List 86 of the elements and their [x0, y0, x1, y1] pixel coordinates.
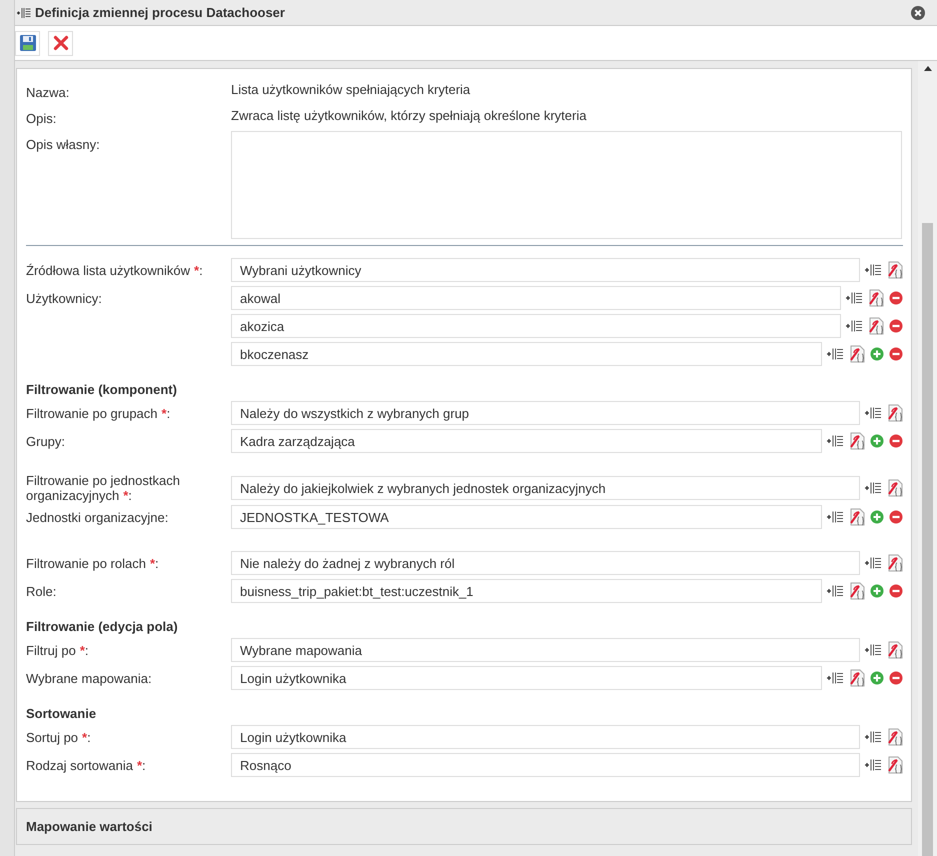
remove-icon[interactable]: [889, 434, 903, 448]
field-label: Filtrowanie po jednostkach organizacyjnych *:: [26, 473, 181, 503]
assign-list-icon[interactable]: [827, 347, 843, 361]
input-field[interactable]: JEDNOSTKA_TESTOWA: [231, 505, 822, 529]
field-label: Opis własny:: [26, 136, 101, 152]
assign-list-icon[interactable]: [827, 434, 843, 448]
scrollbar-thumb[interactable]: [922, 223, 933, 856]
field-label: Sortuj po *:: [26, 730, 91, 744]
field-label: Opis:: [26, 110, 58, 126]
assign-list-icon[interactable]: [865, 730, 881, 744]
input-field[interactable]: Wybrani użytkownicy: [231, 258, 860, 282]
input-field[interactable]: Login użytkownika: [231, 725, 860, 749]
assign-list-icon[interactable]: [827, 510, 843, 524]
input-field[interactable]: buisness_trip_pakiet:bt_test:uczestnik_1: [231, 579, 822, 603]
script-icon[interactable]: [848, 345, 865, 363]
input-field[interactable]: Rosnąco: [231, 753, 860, 777]
assign-list-icon[interactable]: [865, 406, 881, 420]
description-field[interactable]: [231, 131, 902, 239]
field-label: Filtrowanie po rolach *:: [26, 556, 159, 570]
close-icon[interactable]: [911, 6, 925, 20]
script-icon[interactable]: [886, 404, 903, 422]
add-icon[interactable]: [870, 347, 884, 361]
assign-list-icon[interactable]: [865, 556, 881, 570]
add-icon[interactable]: [870, 671, 884, 685]
remove-icon[interactable]: [889, 291, 903, 305]
script-icon[interactable]: [886, 728, 903, 746]
add-icon[interactable]: [870, 510, 884, 524]
window-title: Definicja zmiennej procesu Datachooser: [35, 5, 286, 20]
assign-list-icon[interactable]: [827, 671, 843, 685]
field-label: Rodzaj sortowania *:: [26, 758, 146, 772]
assign-list-icon[interactable]: [865, 481, 881, 495]
script-icon[interactable]: [848, 669, 865, 687]
input-field[interactable]: bkoczenasz: [231, 342, 822, 366]
input-field[interactable]: akowal: [231, 286, 841, 310]
script-icon[interactable]: [867, 317, 884, 335]
cancel-button[interactable]: [48, 30, 73, 56]
script-icon[interactable]: [848, 508, 865, 526]
scrollbar[interactable]: [918, 61, 937, 856]
cross-icon: [52, 35, 68, 51]
script-icon[interactable]: [886, 479, 903, 497]
collapsed-panel[interactable]: Mapowanie wartości: [16, 808, 912, 845]
assign-list-icon[interactable]: [865, 758, 881, 772]
input-field[interactable]: akozica: [231, 314, 841, 338]
add-icon[interactable]: [870, 434, 884, 448]
field-label: Filtruj po *:: [26, 642, 89, 658]
assign-list-icon: [17, 6, 31, 18]
scroll-up-icon[interactable]: [924, 66, 932, 71]
section-heading: Filtrowanie (komponent): [26, 382, 178, 397]
remove-icon[interactable]: [889, 510, 903, 524]
add-icon[interactable]: [870, 584, 884, 598]
assign-list-icon[interactable]: [846, 319, 862, 333]
script-icon[interactable]: [867, 289, 884, 307]
field-label: Filtrowanie po grupach *:: [26, 406, 170, 420]
script-icon[interactable]: [886, 756, 903, 774]
field-label: Grupy:: [26, 434, 66, 448]
assign-list-icon[interactable]: [865, 643, 881, 657]
remove-icon[interactable]: [889, 319, 903, 333]
remove-icon[interactable]: [889, 347, 903, 361]
section-heading: Filtrowanie (edycja pola): [26, 619, 179, 634]
assign-list-icon[interactable]: [846, 291, 862, 305]
panel-title: Mapowanie wartości: [26, 819, 152, 834]
remove-icon[interactable]: [889, 584, 903, 598]
input-field[interactable]: Kadra zarządzająca: [231, 429, 822, 453]
assign-list-icon[interactable]: [827, 584, 843, 598]
save-button[interactable]: [15, 30, 40, 56]
script-icon[interactable]: [886, 641, 903, 659]
remove-icon[interactable]: [889, 671, 903, 685]
input-field[interactable]: Nie należy do żadnej z wybranych ról: [231, 551, 860, 575]
field-label: Role:: [26, 584, 56, 598]
section-heading: Sortowanie: [26, 706, 98, 721]
input-field[interactable]: Należy do wszystkich z wybranych grup: [231, 401, 860, 425]
field-value: Zwraca listę użytkowników, którzy spełniają określone kryteria: [231, 107, 586, 123]
input-field[interactable]: Wybrane mapowania: [231, 638, 860, 662]
field-label: Jednostki organizacyjne:: [26, 510, 168, 524]
field-label: Wybrane mapowania:: [26, 670, 152, 686]
script-icon[interactable]: [848, 582, 865, 600]
field-value: Lista użytkowników spełniających kryteria: [231, 81, 470, 97]
field-label: Źródłowa lista użytkowników *:: [26, 262, 203, 278]
input-field[interactable]: Należy do jakiejkolwiek z wybranych jednostek organizacyjnych: [231, 476, 860, 500]
script-icon[interactable]: [886, 554, 903, 572]
assign-list-icon[interactable]: [865, 263, 881, 277]
field-label: Nazwa:: [26, 84, 70, 100]
script-icon[interactable]: [886, 261, 903, 279]
script-icon[interactable]: [848, 432, 865, 450]
field-label: Użytkownicy:: [26, 290, 102, 306]
input-field[interactable]: Login użytkownika: [231, 666, 822, 690]
